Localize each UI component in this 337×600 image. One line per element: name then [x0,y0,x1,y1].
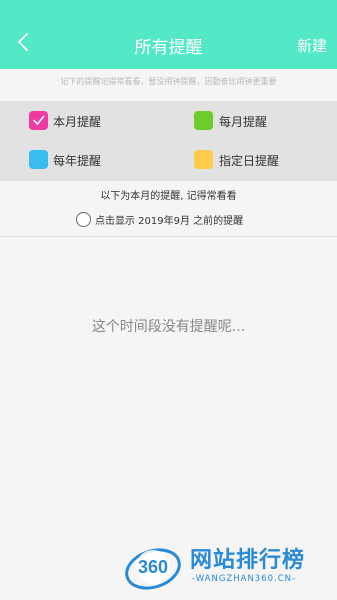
filter-specific-day-label[interactable]: 指定日提醒 [219,152,279,169]
empty-message: 这个时间段没有提醒呢... [91,319,246,335]
filter-yearly-label[interactable]: 每年提醒 [53,152,101,169]
show-previous-label[interactable]: 点击显示 2019年9月 之前的提醒 [95,212,243,227]
info-line: 以下为本月的提醒, 记得常看看 [100,191,237,202]
show-previous-toggle[interactable]: 点击显示 2019年9月 之前的提醒 [76,210,243,228]
svg-text:360: 360 [138,557,168,577]
watermark-logo-icon: 360 [120,538,190,596]
divider [0,236,337,237]
new-reminder-button[interactable]: 新建 [297,35,327,56]
watermark-url: -WANGZHAN360.CN- [192,574,297,584]
show-previous-radio[interactable] [76,211,91,227]
app-header: 所有提醒 新建 [0,0,337,69]
filter-this-month-label[interactable]: 本月提醒 [53,113,101,130]
watermark: 360 网站排行榜 -WANGZHAN360.CN- [120,538,332,596]
page-title: 所有提醒 [134,38,203,58]
filter-monthly-label[interactable]: 每月提醒 [219,113,267,130]
filter-yearly-checkbox[interactable] [29,150,48,169]
filter-this-month-checkbox[interactable] [29,111,48,130]
tip-text: 记下的提醒记得常看看，暂没闹钟提醒，因勤奋比闹钟更重要 [60,77,277,86]
filter-monthly-checkbox[interactable] [194,111,213,130]
checkmark-icon [29,111,48,130]
filter-specific-day-checkbox[interactable] [194,150,213,169]
watermark-title: 网站排行榜 [190,548,306,573]
filter-panel: 本月提醒 每月提醒 每年提醒 指定日提醒 [0,101,337,181]
